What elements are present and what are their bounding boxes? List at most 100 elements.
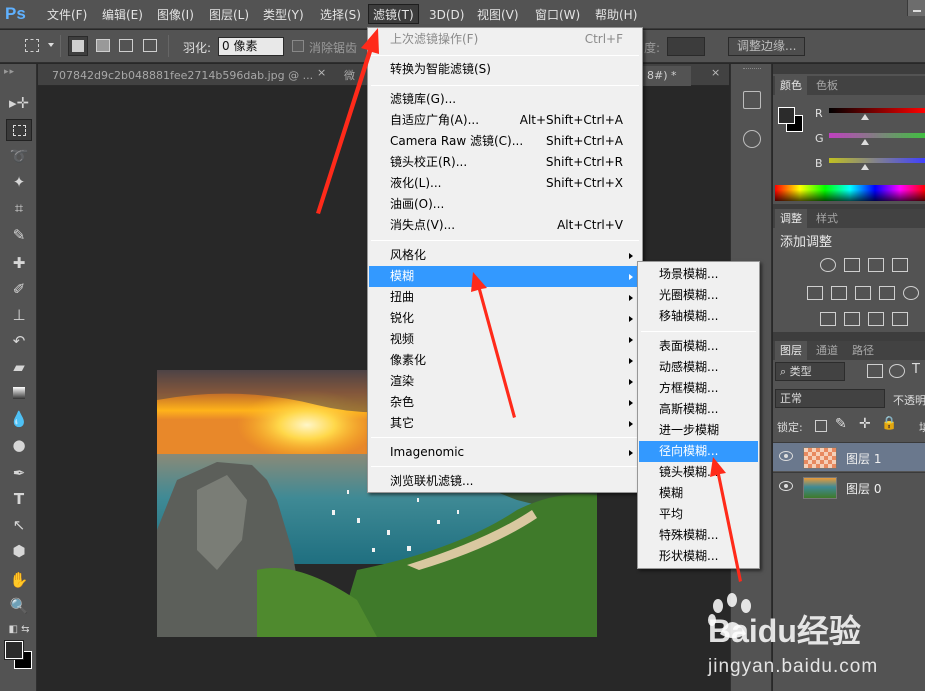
move-tool-icon[interactable]: ▸✛ [6,92,32,114]
close-icon[interactable]: × [317,66,326,79]
menu-item-liquify[interactable]: 液化(L)... Shift+Ctrl+X [369,173,641,194]
menu-item-noise[interactable]: 杂色 [369,392,641,413]
layer-row[interactable]: 图层 1 [773,442,925,471]
foreground-color-swatch[interactable] [778,107,795,124]
menu-item-distort[interactable]: 扭曲 [369,287,641,308]
menu-item-surface-blur[interactable]: 表面模糊... [639,336,758,357]
antialias-checkbox[interactable] [292,40,304,52]
blur-tool-icon[interactable]: 💧 [6,408,32,430]
type-tool-icon[interactable]: T [6,488,32,510]
filter-pixel-icon[interactable] [867,364,883,378]
subtract-selection-icon[interactable] [119,39,133,52]
gradient-tool-icon[interactable] [6,382,32,404]
marquee-preset-icon[interactable] [25,39,39,52]
healing-brush-tool-icon[interactable]: ✚ [6,252,32,274]
curves-icon[interactable] [868,258,884,272]
menu-item-stylize[interactable]: 风格化 [369,245,641,266]
filter-type-icon[interactable]: T [912,362,920,377]
tab-color[interactable]: 颜色 [775,76,807,95]
blend-mode-select[interactable]: 正常 [775,389,885,408]
menu-item-lens-blur[interactable]: 镜头模糊... [639,462,758,483]
minimize-button[interactable] [907,0,925,16]
filter-adjust-icon[interactable] [889,364,905,378]
swap-colors-icon[interactable]: ◧ ⇆ [6,619,32,641]
tab-adjustments[interactable]: 调整 [775,209,807,228]
menu-filter[interactable]: 滤镜(T) [368,4,419,24]
layer-name[interactable]: 图层 1 [846,450,881,467]
close-icon[interactable]: × [711,66,720,79]
rect-marquee-tool-icon[interactable] [6,119,32,141]
menu-file[interactable]: 文件(F) [43,5,91,25]
invert-icon[interactable] [820,312,836,326]
menu-item-convert-smart[interactable]: 转换为智能滤镜(S) [369,59,641,80]
selective-color-icon[interactable] [892,312,908,326]
tab-document-3[interactable]: 8#) * [643,66,691,86]
blue-slider-thumb[interactable] [861,164,869,170]
menu-item-lens-correction[interactable]: 镜头校正(R)... Shift+Ctrl+R [369,152,641,173]
menu-3d[interactable]: 3D(D) [425,5,468,25]
menu-item-render[interactable]: 渲染 [369,371,641,392]
eye-icon[interactable] [779,481,793,491]
menu-item-other[interactable]: 其它 [369,413,641,434]
menu-item-radial-blur[interactable]: 径向模糊... [639,441,758,462]
menu-item-blur-more[interactable]: 进一步模糊 [639,420,758,441]
vibrance-icon[interactable] [807,286,823,300]
hue-saturation-icon[interactable] [831,286,847,300]
menu-item-shape-blur[interactable]: 形状模糊... [639,546,758,567]
menu-item-iris-blur[interactable]: 光圈模糊... [639,285,758,306]
lock-pixels-icon[interactable] [815,420,827,432]
panel-grip-icon[interactable]: ▸▸ [4,67,15,77]
menu-item-average[interactable]: 平均 [639,504,758,525]
menu-item-browse-online[interactable]: 浏览联机滤镜... [369,471,641,492]
tab-channels[interactable]: 通道 [811,341,843,360]
foreground-color-swatch[interactable] [4,640,24,660]
red-slider[interactable] [829,108,925,113]
green-slider[interactable] [829,133,925,138]
menu-item-blur[interactable]: 模糊 [369,266,641,287]
exposure-icon[interactable] [892,258,908,272]
3d-icon[interactable] [743,130,761,148]
menu-item-video[interactable]: 视频 [369,329,641,350]
menu-item-motion-blur[interactable]: 动感模糊... [639,357,758,378]
eyedropper-tool-icon[interactable]: ✎ [6,224,32,246]
path-select-tool-icon[interactable]: ↖ [6,514,32,536]
menu-item-oil-paint[interactable]: 油画(O)... [369,194,641,215]
menu-item-sharpen[interactable]: 锐化 [369,308,641,329]
menu-item-blur[interactable]: 模糊 [639,483,758,504]
color-balance-icon[interactable] [855,286,871,300]
magic-wand-tool-icon[interactable]: ✦ [6,171,32,193]
tab-document-1[interactable]: 707842d9c2b048881fee2714b596dab.jpg @ ..… [42,66,322,86]
new-selection-button[interactable] [68,36,88,56]
dodge-tool-icon[interactable]: ● [6,434,32,456]
menu-view[interactable]: 视图(V) [473,5,523,25]
refine-edge-button[interactable]: 调整边缘... [728,37,806,56]
panel-grip-icon[interactable] [743,68,761,70]
threshold-icon[interactable] [868,312,884,326]
move-lock-icon[interactable]: ✛ [859,416,871,432]
menu-item-camera-raw[interactable]: Camera Raw 滤镜(C)... Shift+Ctrl+A [369,131,641,152]
zoom-tool-icon[interactable]: 🔍 [6,595,32,617]
layer-name[interactable]: 图层 0 [846,480,881,497]
menu-item-box-blur[interactable]: 方框模糊... [639,378,758,399]
menu-item-smart-blur[interactable]: 特殊模糊... [639,525,758,546]
tab-styles[interactable]: 样式 [811,209,843,228]
layer-filter-select[interactable]: ⌕ 类型 [775,362,845,381]
history-icon[interactable] [743,91,761,109]
lasso-tool-icon[interactable]: ➰ [6,145,32,167]
feather-input[interactable]: 0 像素 [218,37,284,56]
layer-row[interactable]: 图层 0 [773,472,925,501]
levels-icon[interactable] [844,258,860,272]
eye-icon[interactable] [779,451,793,461]
green-slider-thumb[interactable] [861,139,869,145]
tab-swatches[interactable]: 色板 [811,76,843,95]
blue-slider[interactable] [829,158,925,163]
chevron-down-icon[interactable] [48,43,54,47]
menu-layer[interactable]: 图层(L) [205,5,253,25]
crop-tool-icon[interactable]: ⌗ [6,197,32,219]
lock-icon[interactable]: 🔒 [881,416,897,431]
menu-item-gaussian-blur[interactable]: 高斯模糊... [639,399,758,420]
tab-layers[interactable]: 图层 [775,341,807,360]
hand-tool-icon[interactable]: ✋ [6,569,32,591]
menu-item-field-blur[interactable]: 场景模糊... [639,264,758,285]
black-white-icon[interactable] [879,286,895,300]
